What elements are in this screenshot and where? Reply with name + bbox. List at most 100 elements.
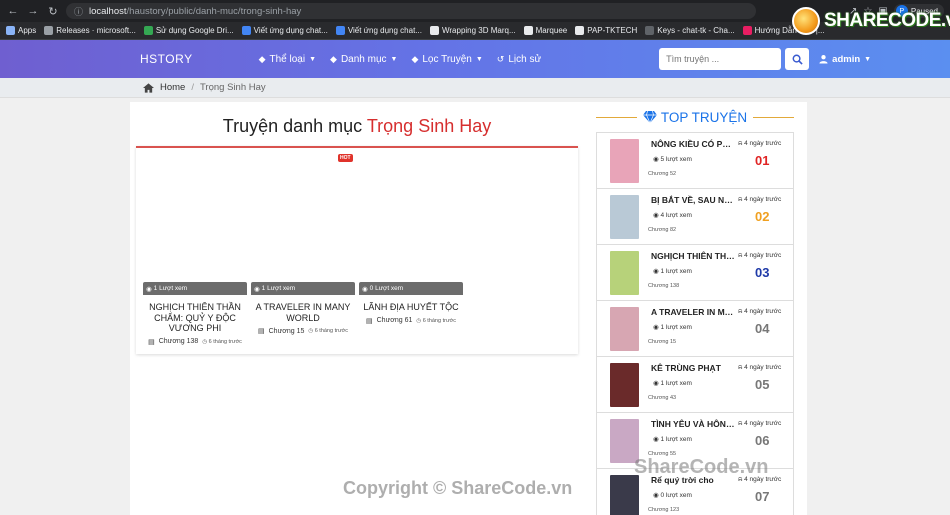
top-story-views-text: 0 lượt xem <box>660 492 692 499</box>
title-prefix: Truyện danh mục <box>222 116 363 136</box>
top-list-item[interactable]: NÔNG KIỀU CÓ PHÚC ⍾ 4 ngày trước ◉ 5 lượt … <box>597 133 793 189</box>
top-story-views-text: 5 lượt xem <box>660 156 692 163</box>
search-button[interactable] <box>785 48 810 70</box>
reload-icon[interactable]: ↻ <box>46 4 60 18</box>
bookmark-label: Viết ứng dụng chat... <box>347 26 422 35</box>
story-views: 1 Lượt xem <box>153 285 188 292</box>
bell-icon: ⍾ <box>738 140 743 147</box>
address-bar[interactable]: ⓘ localhost/haustory/public/danh-muc/tro… <box>66 3 756 19</box>
bookmark-favicon-icon <box>6 26 15 35</box>
top-list-item[interactable]: KÊ TRÙNG PHẠT ⍾ 4 ngày trước ◉ 1 lượt xem C… <box>597 357 793 413</box>
top-story-chapter: Chương 82 <box>648 227 677 233</box>
watermark-logo-text: SHARECODE.vn <box>824 10 950 31</box>
top-story-ago-text: 4 ngày trước <box>744 420 782 427</box>
bookmark-favicon-icon <box>742 26 752 35</box>
story-cover[interactable] <box>610 139 639 183</box>
bell-icon: ⍾ <box>738 308 743 315</box>
story-card[interactable]: ◉ 0 Lượt xem LÃNH ĐỊA HUYẾT TỘC ▤ Chương 61 ◷… <box>359 282 463 346</box>
eye-icon: ◉ <box>362 285 368 293</box>
story-cover[interactable] <box>610 251 639 295</box>
story-title[interactable]: A TRAVELER IN MANY WORLD <box>251 302 355 323</box>
top-heading-text: TOP TRUYỆN <box>660 109 748 125</box>
top-story-title[interactable]: TÌNH YÊU VÀ HÔN NHÂN <box>651 419 735 429</box>
search-input[interactable] <box>659 48 782 70</box>
bookmark-item[interactable]: Viết ứng dụng chat... <box>335 26 422 35</box>
top-rank: 02 <box>755 209 770 224</box>
user-name: admin <box>832 53 861 65</box>
story-time-text: 6 tháng trước <box>314 328 348 334</box>
bookmark-item[interactable]: Releases · microsoft... <box>44 26 136 35</box>
breadcrumb-current: Trọng Sinh Hay <box>199 82 266 93</box>
eye-icon: ◉ <box>653 156 659 163</box>
bookmark-item[interactable]: Sử dụng Google Dri... <box>143 26 234 35</box>
story-cover[interactable] <box>610 475 639 515</box>
top-story-views: ◉ 1 lượt xem <box>653 323 692 331</box>
top-story-title[interactable]: NGHỊCH THIÊN THẦN <box>651 251 735 261</box>
top-story-ago-text: 4 ngày trước <box>744 308 782 315</box>
top-story-views-text: 1 lượt xem <box>660 380 692 387</box>
top-story-views-text: 1 lượt xem <box>660 436 692 443</box>
top-rank: 05 <box>755 377 770 392</box>
story-time: ◷ 6 tháng trước <box>202 338 242 345</box>
nav-item[interactable]: ◆ Danh mục ▼ <box>330 54 397 65</box>
forward-icon[interactable]: → <box>26 4 40 18</box>
bookmark-favicon-icon <box>335 26 345 35</box>
bookmark-item[interactable]: PAP-TKTECH <box>575 26 637 35</box>
top-story-title[interactable]: KÊ TRÙNG PHẠT <box>651 363 735 373</box>
top-story-title[interactable]: NÔNG KIỀU CÓ PHÚC <box>651 139 735 149</box>
nav-item[interactable]: ◆ Lọc Truyện ▼ <box>411 54 482 65</box>
bookmark-label: Sử dụng Google Dri... <box>155 26 234 35</box>
story-card[interactable]: ◉ 1 Lượt xem NGHỊCH THIÊN THẦN CHẨM: QUỶ Y… <box>143 282 247 346</box>
back-icon[interactable]: ← <box>6 4 20 18</box>
story-cover[interactable] <box>610 307 639 351</box>
story-views: 0 Lượt xem <box>369 285 404 292</box>
nav-item[interactable]: ↺ Lịch sử <box>497 54 541 65</box>
top-story-views-text: 1 lượt xem <box>660 324 692 331</box>
nav-item[interactable]: ◆ Thể loại ▼ <box>259 54 316 65</box>
top-story-views-text: 1 lượt xem <box>660 268 692 275</box>
top-story-views-text: 4 lượt xem <box>660 212 692 219</box>
story-chapter: Chương 138 <box>158 338 199 345</box>
bookmark-item[interactable]: Apps <box>6 26 36 35</box>
story-card[interactable]: ◉ 1 Lượt xem A TRAVELER IN MANY WORLD ▤ Chươ… <box>251 282 355 346</box>
top-story-views: ◉ 1 lượt xem <box>653 379 692 387</box>
search-icon <box>792 54 803 65</box>
bookmark-favicon-icon <box>523 26 533 35</box>
user-menu[interactable]: admin ▼ <box>819 54 871 65</box>
story-title[interactable]: LÃNH ĐỊA HUYẾT TỘC <box>359 302 463 313</box>
top-rank: 06 <box>755 433 770 448</box>
top-story-title[interactable]: BỊ BẮT VỀ, SAU NÀNG <box>651 195 735 205</box>
top-story-title[interactable]: A TRAVELER IN MANY <box>651 307 735 317</box>
top-story-ago: ⍾ 4 ngày trước <box>738 364 781 372</box>
story-cover[interactable] <box>610 363 639 407</box>
top-story-chapter: Chương 43 <box>648 395 677 401</box>
content-container: Truyện danh mục Trọng Sinh Hay HOT ◉ 1 Lư… <box>130 102 807 515</box>
bookmark-label: Viết ứng dụng chat... <box>253 26 328 35</box>
bookmark-label: Apps <box>18 26 37 35</box>
top-story-views: ◉ 1 lượt xem <box>653 435 692 443</box>
bookmark-item[interactable]: Viết ứng dụng chat... <box>241 26 328 35</box>
bookmark-item[interactable]: Wrapping 3D Marq... <box>429 26 516 35</box>
story-cover[interactable] <box>610 195 639 239</box>
bookmark-item[interactable]: Marquee <box>523 26 567 35</box>
history-icon: ↺ <box>496 53 505 64</box>
top-list-item[interactable]: BỊ BẮT VỀ, SAU NÀNG ⍾ 4 ngày trước ◉ 4 lượ… <box>597 189 793 245</box>
top-rank: 04 <box>755 321 770 336</box>
top-heading: TOP TRUYỆN <box>596 102 794 132</box>
url-host: localhost <box>89 5 127 17</box>
info-icon[interactable]: ⓘ <box>74 5 83 18</box>
book-icon: ▤ <box>366 317 373 325</box>
watermark-center: ShareCode.vn <box>634 456 769 478</box>
bookmark-label: Wrapping 3D Marq... <box>441 26 516 35</box>
story-chapter: Chương 15 <box>268 327 305 335</box>
top-list-item[interactable]: A TRAVELER IN MANY ⍾ 4 ngày trước ◉ 1 lượt… <box>597 301 793 357</box>
top-list-item[interactable]: NGHỊCH THIÊN THẦN ⍾ 4 ngày trước ◉ 1 lượt … <box>597 245 793 301</box>
breadcrumb-home[interactable]: Home <box>160 82 185 93</box>
story-title[interactable]: NGHỊCH THIÊN THẦN CHẨM: QUỶ Y ĐỘC VƯƠNG … <box>143 302 247 334</box>
top-story-ago-text: 4 ngày trước <box>744 196 782 203</box>
nav-item-label: Danh mục <box>340 53 387 65</box>
diamond-icon <box>642 111 657 123</box>
top-story-ago-text: 4 ngày trước <box>744 364 782 371</box>
site-brand[interactable]: HSTORY <box>140 52 193 66</box>
bookmark-item[interactable]: Keys - chat-tk - Cha... <box>645 26 735 35</box>
